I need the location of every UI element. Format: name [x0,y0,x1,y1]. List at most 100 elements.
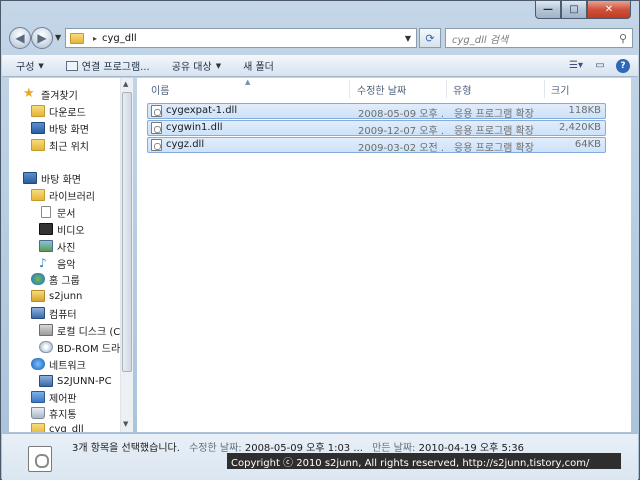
breadcrumb-current-folder[interactable]: cyg_dll [102,33,137,44]
nav-scrollbar-thumb[interactable] [122,92,132,372]
refresh-icon: ⟳ [425,31,435,45]
back-arrow-icon: ◀ [15,31,25,45]
computer-icon [39,375,53,387]
folder-icon [31,189,45,201]
preview-pane-icon[interactable]: ▭ [592,59,608,73]
nav-item-libraries[interactable]: 라이브러리 [31,187,95,203]
dll-file-icon [28,446,52,472]
breadcrumb-separator-icon[interactable]: ▸ [93,34,97,43]
file-modified: 2008-05-09 오후 ... [358,109,444,120]
nav-item-network-pc[interactable]: S2JUNN-PC [39,373,112,389]
file-size: 64KB [574,139,601,150]
homegroup-icon [31,273,45,285]
view-options-icon[interactable]: ☰▾ [568,59,584,73]
address-dropdown-icon[interactable]: ▼ [405,34,411,43]
nav-item-desktop-favorite[interactable]: 바탕 화면 [31,120,89,136]
file-row[interactable]: cygwin1.dll 2009-12-07 오후 ... 응용 프로그램 확장… [147,120,606,137]
nav-item-music[interactable]: ♪ 음악 [39,255,75,271]
selection-count: 3개 항목을 선택했습니다. [72,443,180,454]
file-row[interactable]: cygexpat-1.dll 2008-05-09 오후 ... 응용 프로그램… [147,103,606,120]
toolbar-right: ☰▾ ▭ ? [568,58,638,73]
command-bar: 구성 ▼ 연결 프로그램... 공유 대상 ▼ 새 폴더 ☰▾ ▭ ? [2,55,638,77]
star-icon: ★ [23,86,35,101]
nav-item-label: 휴지통 [49,409,77,421]
nav-item-label: 다운로드 [49,107,86,119]
disk-icon [39,324,53,336]
nav-item-label: 문서 [57,208,76,220]
nav-item-computer[interactable]: 컴퓨터 [31,305,77,321]
nav-item-recycle-bin[interactable]: 휴지통 [31,405,77,421]
nav-item-label: 바탕 화면 [49,124,89,136]
network-icon [31,358,45,370]
details-line: 3개 항목을 선택했습니다. 수정한 날짜: 2008-05-09 오후 1:0… [72,439,524,454]
nav-item-label: 바탕 화면 [41,174,81,186]
help-icon[interactable]: ? [616,58,630,73]
folder-icon [31,105,45,117]
minimize-button[interactable]: — [535,1,561,19]
file-row[interactable]: cygz.dll 2009-03-02 오전 ... 응용 프로그램 확장 64… [147,137,606,154]
nav-item-desktop[interactable]: 바탕 화면 [23,170,81,186]
recent-pages-dropdown-icon[interactable]: ▼ [55,33,61,42]
nav-item-local-disk[interactable]: 로컬 디스크 (C [39,322,120,338]
nav-item-cyg-dll[interactable]: cyg_dll [31,421,84,432]
nav-item-control-panel[interactable]: 제어판 [31,389,77,405]
file-list: ▲ 이름 수정한 날짜 유형 크기 cygexpat-1.dll 2008-05… [137,78,631,432]
column-divider[interactable] [349,80,350,98]
address-bar[interactable]: ▸ cyg_dll ▼ [65,28,417,48]
organize-button[interactable]: 구성 ▼ [16,58,44,74]
organize-label: 구성 [16,62,35,73]
nav-item-user-folder[interactable]: s2junn [31,288,82,304]
open-with-button[interactable]: 연결 프로그램... [65,58,150,73]
column-divider[interactable] [544,80,545,98]
nav-item-pictures[interactable]: 사진 [39,238,75,254]
column-divider[interactable] [446,80,447,98]
explorer-window: — □ ✕ ◀ ▶ ▼ ▸ cyg_dll ▼ ⟳ cyg_dll 검색 ⚲ 구… [0,0,640,480]
forward-button[interactable]: ▶ [31,27,53,49]
scroll-down-icon[interactable]: ▼ [123,420,128,428]
navigation-pane: ★ 즐겨찾기 다운로드 바탕 화면 최근 위치 바탕 화면 라이브러리 문서 비… [9,78,133,432]
share-with-button[interactable]: 공유 대상 ▼ [172,58,221,74]
search-icon[interactable]: ⚲ [619,32,627,45]
nav-item-label: s2junn [49,290,83,302]
file-name: cygz.dll [166,139,205,150]
file-size: 2,420KB [558,122,601,133]
folder-icon [70,32,84,44]
column-header-size[interactable]: 크기 [551,80,569,98]
copyright-watermark: Copyright ⓒ 2010 s2junn, All rights rese… [227,453,621,469]
chevron-down-icon: ▼ [38,61,44,70]
back-button[interactable]: ◀ [9,27,31,49]
search-placeholder: cyg_dll 검색 [452,34,509,46]
nav-item-network[interactable]: 네트워크 [31,356,86,372]
open-with-icon [65,60,78,71]
maximize-button[interactable]: □ [561,1,587,19]
nav-scrollbar[interactable]: ▲ ▼ [120,78,133,432]
dll-file-icon [151,139,162,151]
scroll-up-icon[interactable]: ▲ [123,80,128,88]
user-folder-icon [31,290,45,302]
close-button[interactable]: ✕ [587,1,631,19]
computer-icon [31,307,45,319]
column-header-modified[interactable]: 수정한 날짜 [357,80,406,98]
file-name: cygexpat-1.dll [166,105,238,116]
nav-item-downloads[interactable]: 다운로드 [31,103,86,119]
nav-item-recent-places[interactable]: 최근 위치 [31,137,89,153]
search-input[interactable]: cyg_dll 검색 ⚲ [445,28,633,48]
nav-item-documents[interactable]: 문서 [39,204,75,220]
forward-arrow-icon: ▶ [37,31,47,45]
nav-item-bd-rom[interactable]: BD-ROM 드라 [39,339,120,355]
refresh-button[interactable]: ⟳ [419,28,441,48]
recycle-bin-icon [31,407,45,419]
dll-file-icon [151,105,162,117]
caption-buttons: — □ ✕ [535,1,631,19]
nav-item-label: 컴퓨터 [49,309,77,321]
nav-item-videos[interactable]: 비디오 [39,221,85,237]
column-header-type[interactable]: 유형 [453,80,471,98]
file-type: 응용 프로그램 확장 [454,109,534,120]
new-folder-button[interactable]: 새 폴더 [243,58,274,73]
nav-item-label: 즐겨찾기 [41,90,78,102]
nav-item-label: 비디오 [57,225,85,237]
nav-item-homegroup[interactable]: 홈 그룹 [31,271,80,287]
nav-item-favorites[interactable]: ★ 즐겨찾기 [23,86,78,102]
column-header-name[interactable]: 이름 [151,80,169,98]
nav-item-label: cyg_dll [49,423,84,433]
